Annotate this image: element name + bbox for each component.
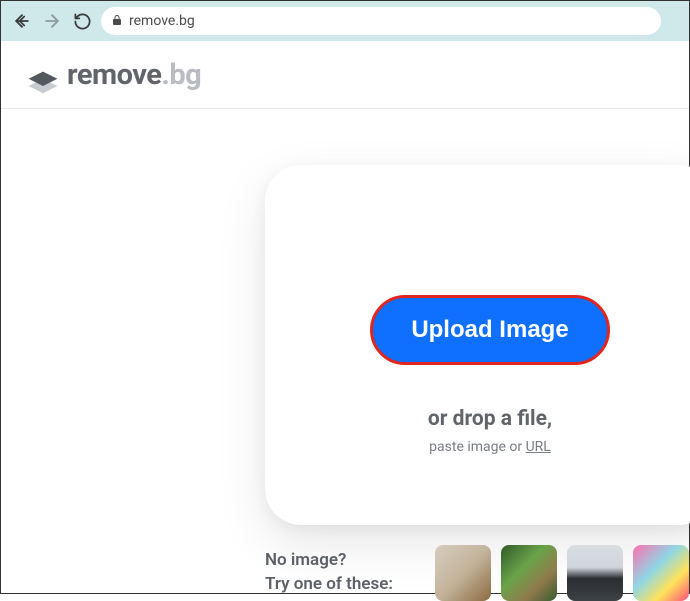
- back-nav-button[interactable]: [11, 10, 33, 32]
- logo-icon: [25, 59, 57, 91]
- sample-thumbnails: [435, 545, 689, 601]
- reload-icon: [73, 12, 92, 31]
- address-bar-url: remove.bg: [129, 13, 195, 29]
- address-bar[interactable]: remove.bg: [101, 7, 661, 35]
- upload-image-button[interactable]: Upload Image: [370, 295, 609, 365]
- logo[interactable]: remove.bg: [25, 58, 201, 92]
- page-content: Upload Image or drop a file, paste image…: [1, 109, 689, 593]
- lock-icon: [111, 14, 123, 29]
- forward-nav-button[interactable]: [41, 10, 63, 32]
- sample-thumb-1[interactable]: [435, 545, 491, 601]
- logo-text-main: remove: [67, 58, 161, 92]
- paste-url-link[interactable]: URL: [526, 439, 551, 455]
- reload-button[interactable]: [71, 10, 93, 32]
- sample-thumb-4[interactable]: [633, 545, 689, 601]
- upload-card[interactable]: Upload Image or drop a file, paste image…: [265, 165, 690, 525]
- sample-thumb-3[interactable]: [567, 545, 623, 601]
- logo-text: remove.bg: [67, 58, 201, 92]
- logo-text-suffix: .bg: [161, 58, 201, 92]
- sample-prompt-line2: Try one of these:: [265, 573, 415, 597]
- paste-hint-prefix: paste image or: [429, 439, 525, 455]
- browser-toolbar: remove.bg: [1, 1, 689, 41]
- arrow-right-icon: [42, 11, 62, 31]
- sample-prompt-line1: No image?: [265, 549, 415, 573]
- sample-prompt: No image? Try one of these:: [265, 549, 415, 597]
- sample-row: No image? Try one of these:: [265, 545, 689, 601]
- drop-file-label: or drop a file,: [428, 407, 552, 431]
- paste-hint: paste image or URL: [429, 439, 551, 455]
- site-header: remove.bg: [1, 41, 689, 109]
- arrow-left-icon: [12, 11, 32, 31]
- sample-thumb-2[interactable]: [501, 545, 557, 601]
